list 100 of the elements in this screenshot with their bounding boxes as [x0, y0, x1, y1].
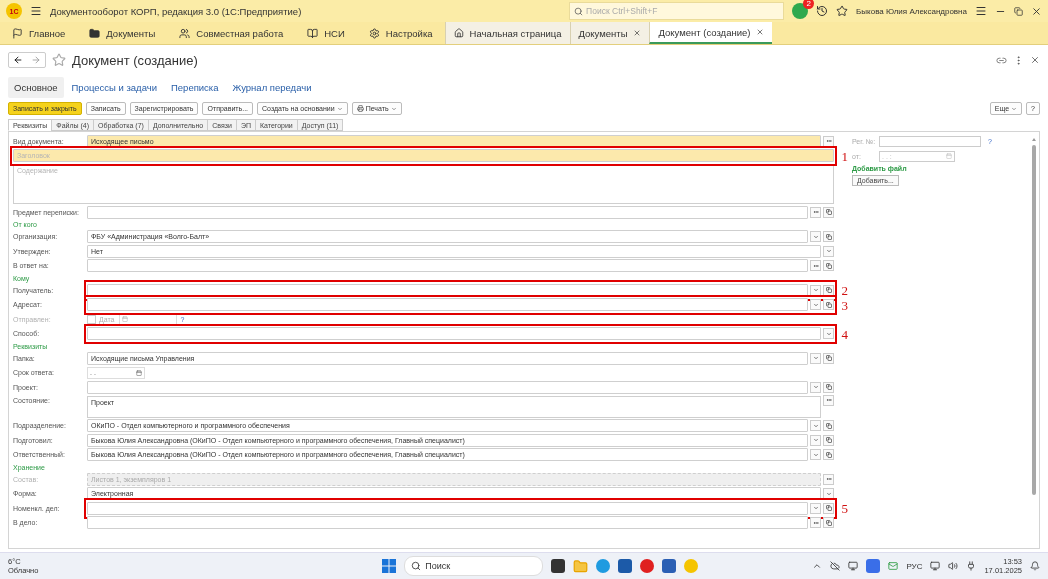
close-icon[interactable] — [1031, 5, 1042, 17]
chevron-icon[interactable] — [812, 561, 823, 571]
network-icon[interactable] — [930, 561, 941, 571]
open-button[interactable] — [823, 517, 834, 529]
star-icon[interactable] — [836, 5, 849, 17]
dropdown-button[interactable] — [810, 420, 821, 432]
date-field[interactable] — [118, 313, 177, 326]
open-button[interactable] — [823, 420, 834, 432]
section-item[interactable]: Документы — [77, 22, 168, 44]
dots-icon — [825, 476, 832, 483]
notification-icon[interactable] — [1030, 561, 1040, 571]
open-tab[interactable]: Документы — [569, 22, 650, 44]
nav-link[interactable]: Процессы и задачи — [65, 76, 163, 98]
open-button[interactable] — [823, 299, 834, 311]
input-field[interactable] — [879, 135, 981, 147]
select-button[interactable] — [823, 394, 834, 406]
caret-icon — [812, 355, 819, 362]
star-icon[interactable] — [52, 53, 66, 67]
caret-icon — [812, 233, 819, 240]
dropdown-button[interactable] — [823, 488, 834, 500]
dots-icon — [825, 397, 832, 403]
language-indicator[interactable]: РУС — [906, 561, 923, 571]
input-field[interactable] — [87, 259, 808, 273]
open-button[interactable] — [823, 206, 834, 218]
restore-icon[interactable] — [1014, 6, 1023, 16]
copy-icon — [825, 519, 832, 526]
menu-icon[interactable] — [30, 5, 42, 17]
caret-icon — [812, 384, 819, 391]
dropdown-button[interactable] — [810, 434, 821, 446]
dropdown-button[interactable] — [810, 449, 821, 461]
open-button[interactable] — [823, 449, 834, 461]
caret-icon — [336, 105, 343, 112]
caret-icon — [825, 490, 832, 497]
open-tab[interactable]: Начальная страница — [444, 22, 570, 44]
menu-icon[interactable] — [975, 5, 987, 17]
caret-icon — [390, 105, 397, 112]
section-item[interactable]: НСИ — [295, 22, 357, 44]
input-field[interactable] — [87, 380, 808, 394]
dropdown-button[interactable] — [823, 328, 834, 340]
input-field[interactable] — [87, 516, 808, 530]
open-button[interactable] — [823, 502, 834, 514]
dropdown-button[interactable] — [810, 299, 821, 311]
nav-link[interactable]: Переписка — [165, 76, 225, 98]
select-button[interactable] — [823, 135, 834, 147]
open-button[interactable] — [823, 352, 834, 364]
close-icon[interactable] — [756, 28, 765, 36]
open-button[interactable] — [823, 381, 834, 393]
section-item[interactable]: Настройка — [356, 22, 445, 44]
arrow-left-icon — [13, 55, 23, 65]
open-button[interactable] — [823, 284, 834, 296]
nav-link[interactable]: Журнал передачи — [226, 76, 318, 98]
form-title: Документ (создание) — [72, 52, 199, 68]
open-tab[interactable]: Документ (создание) — [649, 22, 773, 44]
copy-icon — [825, 451, 832, 458]
dropdown-button[interactable] — [810, 502, 821, 514]
user-name: Быкова Юлия Александровна — [856, 6, 967, 16]
select-button[interactable] — [810, 260, 821, 272]
close-icon[interactable] — [1030, 55, 1040, 65]
arrow-right-icon — [31, 55, 41, 65]
open-button[interactable] — [823, 231, 834, 243]
checkbox[interactable] — [87, 314, 96, 324]
notification-badge: 2 — [803, 0, 815, 9]
annotation-number: 1 — [841, 149, 848, 163]
select-button[interactable] — [823, 473, 834, 485]
section-item[interactable]: Главное — [0, 22, 78, 44]
copy-icon — [825, 262, 832, 269]
volume-icon[interactable] — [948, 561, 959, 571]
dots-icon — [812, 262, 819, 269]
dropdown-button[interactable] — [810, 284, 821, 296]
section-item[interactable]: Совместная работа — [167, 22, 296, 44]
dropdown-button[interactable] — [810, 352, 821, 364]
search-field[interactable]: Поиск — [404, 556, 544, 576]
users-icon — [179, 27, 191, 39]
close-icon[interactable] — [633, 29, 642, 37]
dropdown-button[interactable] — [823, 245, 834, 257]
open-button[interactable] — [823, 260, 834, 272]
dots-icon — [812, 519, 819, 526]
flag-icon — [12, 27, 23, 39]
start-icon[interactable] — [382, 559, 397, 573]
dropdown-button[interactable] — [810, 231, 821, 243]
copy-icon — [825, 301, 832, 308]
history-icon[interactable] — [816, 5, 829, 17]
input-field[interactable] — [87, 205, 808, 219]
app-icon[interactable] — [618, 559, 633, 573]
dropdown-button[interactable] — [810, 381, 821, 393]
copy-icon — [825, 384, 832, 391]
notification-button[interactable] — [792, 3, 809, 19]
search-icon — [411, 561, 422, 571]
app-icon[interactable] — [551, 559, 566, 573]
mail-icon[interactable] — [888, 561, 899, 571]
select-button[interactable] — [810, 517, 821, 529]
annotation-number: 2 — [841, 283, 848, 297]
monitor-icon[interactable] — [848, 561, 859, 571]
cloud-icon[interactable] — [830, 561, 841, 571]
nav-link[interactable]: Основное — [8, 76, 64, 98]
open-button[interactable] — [823, 434, 834, 446]
copy-icon — [825, 437, 832, 444]
select-button[interactable] — [810, 206, 821, 218]
power-icon[interactable] — [966, 561, 977, 571]
app-icon[interactable] — [662, 559, 677, 573]
